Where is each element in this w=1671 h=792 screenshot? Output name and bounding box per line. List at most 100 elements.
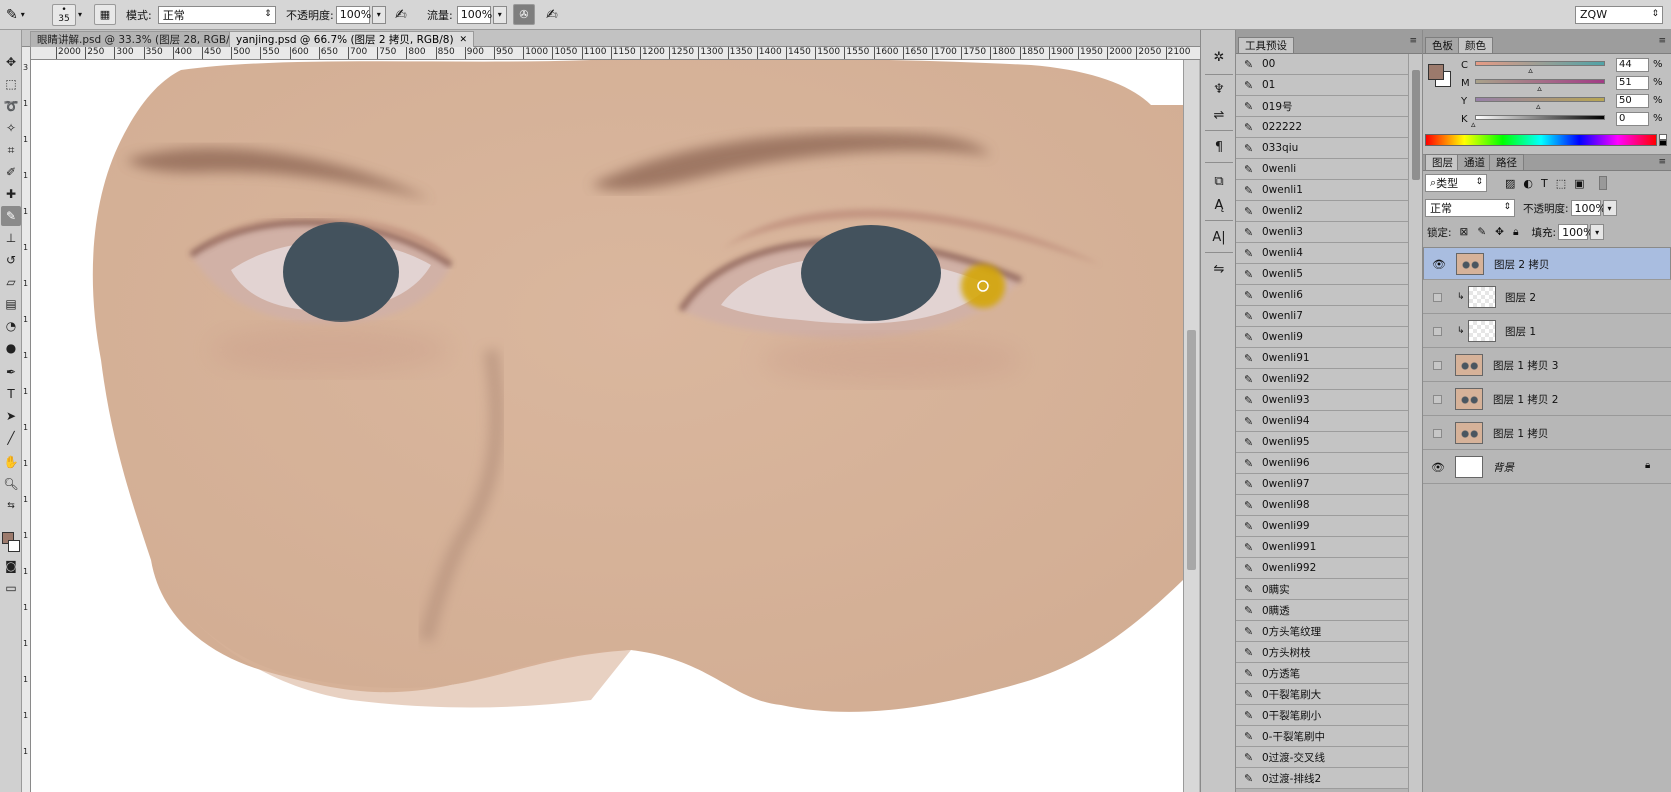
tab-paths[interactable]: 路径 <box>1489 154 1524 170</box>
preset-item[interactable]: ✎ 0干裂笔刷大 <box>1236 684 1408 705</box>
dodge-tool-icon[interactable]: ● <box>1 338 21 358</box>
layer-name[interactable]: 图层 2 拷贝 <box>1494 257 1549 272</box>
preset-item[interactable]: ✎ 0wenli9 <box>1236 327 1408 348</box>
pen-tool-icon[interactable]: ✒ <box>1 362 21 382</box>
canvas-scrollbar[interactable] <box>1183 60 1199 792</box>
slider-thumb[interactable]: ▵ <box>1537 85 1542 94</box>
eraser-tool-icon[interactable]: ▱ <box>1 272 21 292</box>
horizontal-ruler[interactable]: 2000 250 300 350 400 450 500 550 600 650 700 750 800… <box>30 47 1200 60</box>
quick-mask-icon[interactable]: ◙ <box>1 556 21 576</box>
tab-tool-presets[interactable]: 工具预设 <box>1238 37 1294 53</box>
character-icon[interactable]: A| <box>1208 226 1230 248</box>
flow-dropdown[interactable]: ▾ <box>492 5 507 24</box>
airbrush-button[interactable]: ✇ <box>513 4 535 25</box>
preset-item[interactable]: ✎ 0wenli95 <box>1236 432 1408 453</box>
layer-row[interactable]: ↳ 图层 1 <box>1423 315 1671 348</box>
layer-filter-select[interactable]: ⌕ 类型 ⇕ <box>1425 174 1487 192</box>
tab-swatches[interactable]: 色板 <box>1425 37 1460 53</box>
visibility-toggle[interactable] <box>1433 327 1442 336</box>
channel-slider[interactable] <box>1475 115 1605 120</box>
preset-item[interactable]: ✎ 0wenli7 <box>1236 306 1408 327</box>
history-brush-tool-icon[interactable]: ↺ <box>1 250 21 270</box>
brush-tool-icon[interactable]: ✎ <box>1 206 21 226</box>
layer-name[interactable]: 图层 2 <box>1505 290 1536 305</box>
preset-item[interactable]: ✎ 01 <box>1236 75 1408 96</box>
opacity-dropdown[interactable]: ▾ <box>371 5 386 24</box>
preset-item[interactable]: ✎ 0过渡-排线2 <box>1236 768 1408 789</box>
preset-item[interactable]: ✎ 0方头树枝 <box>1236 642 1408 663</box>
lasso-tool-icon[interactable]: ➰ <box>1 96 21 116</box>
layer-opacity-input[interactable]: 100% <box>1570 200 1606 216</box>
channel-value-input[interactable]: 51 <box>1616 76 1649 90</box>
preset-item[interactable]: ✎ 0wenli6 <box>1236 285 1408 306</box>
visibility-toggle[interactable] <box>1433 429 1442 438</box>
preset-item[interactable]: ✎ 0wenli <box>1236 159 1408 180</box>
layer-name[interactable]: 图层 1 <box>1505 324 1536 339</box>
swap-colors-icon[interactable]: ⇆ <box>1 496 21 516</box>
paragraph-icon[interactable]: ¶ <box>1208 136 1230 158</box>
preset-item[interactable]: ✎ 0wenli991 <box>1236 537 1408 558</box>
preset-item[interactable]: ✎ 0wenli92 <box>1236 369 1408 390</box>
panel-menu-icon[interactable]: ≡ <box>1658 36 1666 46</box>
marquee-tool-icon[interactable]: ⬚ <box>1 74 21 94</box>
layer-row[interactable]: 图层 1 拷贝 <box>1423 417 1671 450</box>
quick-select-tool-icon[interactable]: ✧ <box>1 118 21 138</box>
channel-value-input[interactable]: 50 <box>1616 94 1649 108</box>
preset-item[interactable]: ✎ 0wenli93 <box>1236 390 1408 411</box>
fill-input[interactable]: 100% <box>1558 224 1594 240</box>
preset-item[interactable]: ✎ 033qiu <box>1236 138 1408 159</box>
opacity-input[interactable]: 100% <box>335 5 371 24</box>
preset-item[interactable]: ✎ 0wenli96 <box>1236 453 1408 474</box>
eye-icon[interactable]: 👁︎ <box>1432 257 1446 271</box>
slider-thumb[interactable]: ▵ <box>1471 121 1476 130</box>
gradient-tool-icon[interactable]: ▤ <box>1 294 21 314</box>
filter-toggle[interactable] <box>1598 176 1607 190</box>
slider-thumb[interactable]: ▵ <box>1536 103 1541 112</box>
preset-item[interactable]: ✎ 0方透笔 <box>1236 663 1408 684</box>
preset-item[interactable]: ✎ 0方头笔纹理 <box>1236 621 1408 642</box>
preset-item[interactable]: ✎ 0瞒透 <box>1236 600 1408 621</box>
visibility-toggle[interactable] <box>1433 293 1442 302</box>
close-icon[interactable]: ✕ <box>460 35 468 45</box>
blend-mode-select[interactable]: 正常 ⇕ <box>1425 199 1515 217</box>
crop-tool-icon[interactable]: ⌗ <box>1 140 21 160</box>
stamp-tool-icon[interactable]: ⊥ <box>1 228 21 248</box>
preset-item[interactable]: ✎ 0wenli99 <box>1236 516 1408 537</box>
healing-tool-icon[interactable]: ✚ <box>1 184 21 204</box>
filter-icons[interactable]: ▨◐T⬚▣ <box>1505 177 1593 190</box>
panel-menu-icon[interactable]: ≡ <box>1409 36 1417 46</box>
layer-name[interactable]: 图层 1 拷贝 3 <box>1493 358 1558 373</box>
lock-icons[interactable]: ⊠✎✥🔒︎ <box>1460 226 1528 239</box>
screen-mode-icon[interactable]: ▭ <box>1 578 21 598</box>
layer-opacity-dropdown[interactable]: ▾ <box>1602 200 1617 216</box>
layer-row[interactable]: 图层 1 拷贝 3 <box>1423 349 1671 382</box>
eyedropper-tool-icon[interactable]: ✐ <box>1 162 21 182</box>
preset-item[interactable]: ✎ 022222 <box>1236 117 1408 138</box>
preset-item[interactable]: ✎ 0-干裂笔刷中 <box>1236 726 1408 747</box>
blur-tool-icon[interactable]: ◔ <box>1 316 21 336</box>
preset-item[interactable]: ✎ 0wenli4 <box>1236 243 1408 264</box>
brush-preset-icon[interactable]: ♆ <box>1208 78 1230 100</box>
preset-item[interactable]: ✎ 0干裂笔刷小 <box>1236 705 1408 726</box>
layer-row[interactable]: 图层 1 拷贝 2 <box>1423 383 1671 416</box>
preset-item[interactable]: ✎ 0过渡-交叉线 <box>1236 747 1408 768</box>
document-tab-active[interactable]: yanjing.psd @ 66.7% (图层 2 拷贝, RGB/8) ✕ <box>229 31 475 47</box>
preset-item[interactable]: ✎ 00 <box>1236 54 1408 75</box>
color-spectrum-bar[interactable] <box>1425 134 1657 146</box>
preset-item[interactable]: ✎ 0瞒实 <box>1236 579 1408 600</box>
move-tool-icon[interactable]: ✥ <box>1 52 21 72</box>
workspace-select[interactable]: ZQW ⇕ <box>1575 4 1663 25</box>
history-icon[interactable]: ⇋ <box>1208 258 1230 280</box>
preset-item[interactable]: ✎ 0wenli1 <box>1236 180 1408 201</box>
navigator-icon[interactable]: ✲ <box>1208 46 1230 68</box>
preset-item[interactable]: ✎ 0wenli94 <box>1236 411 1408 432</box>
preset-item[interactable]: ✎ 0wenli5 <box>1236 264 1408 285</box>
layer-row[interactable]: 👁︎ 图层 2 拷贝 <box>1423 247 1671 280</box>
preset-scrollbar[interactable] <box>1408 54 1422 792</box>
hand-tool-icon[interactable]: ✋ <box>1 452 21 472</box>
tab-color[interactable]: 颜色 <box>1458 37 1493 53</box>
slider-thumb[interactable]: ▵ <box>1528 67 1533 76</box>
background-color-swatch[interactable] <box>8 540 20 552</box>
preset-item[interactable]: ✎ 0wenli992 <box>1236 558 1408 579</box>
document-canvas[interactable] <box>31 60 1183 792</box>
